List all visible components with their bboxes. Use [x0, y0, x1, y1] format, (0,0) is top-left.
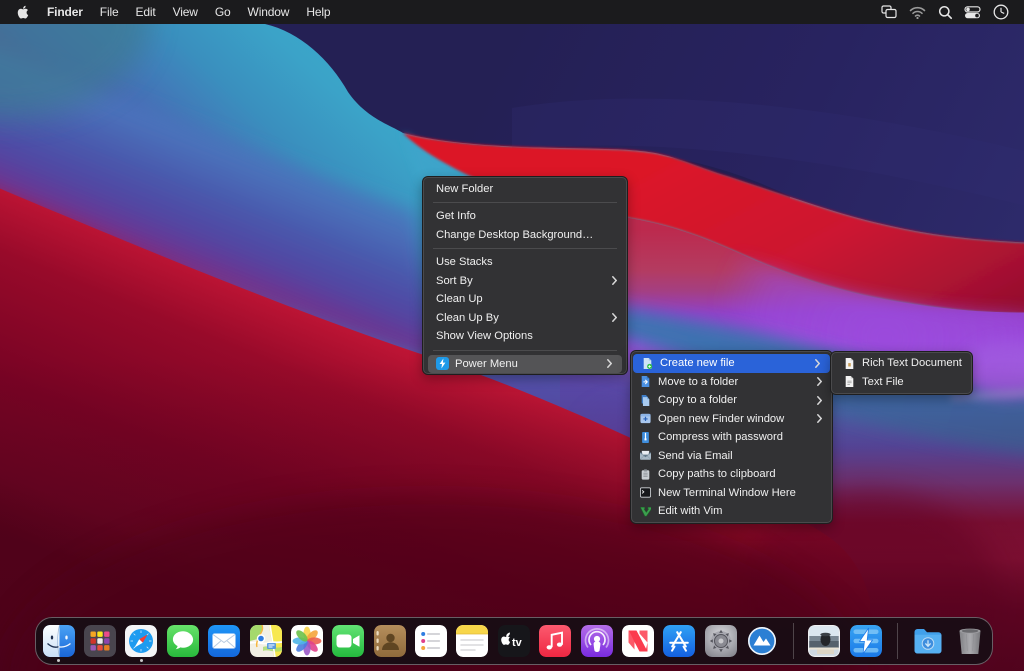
svg-text:tv: tv: [512, 637, 523, 649]
